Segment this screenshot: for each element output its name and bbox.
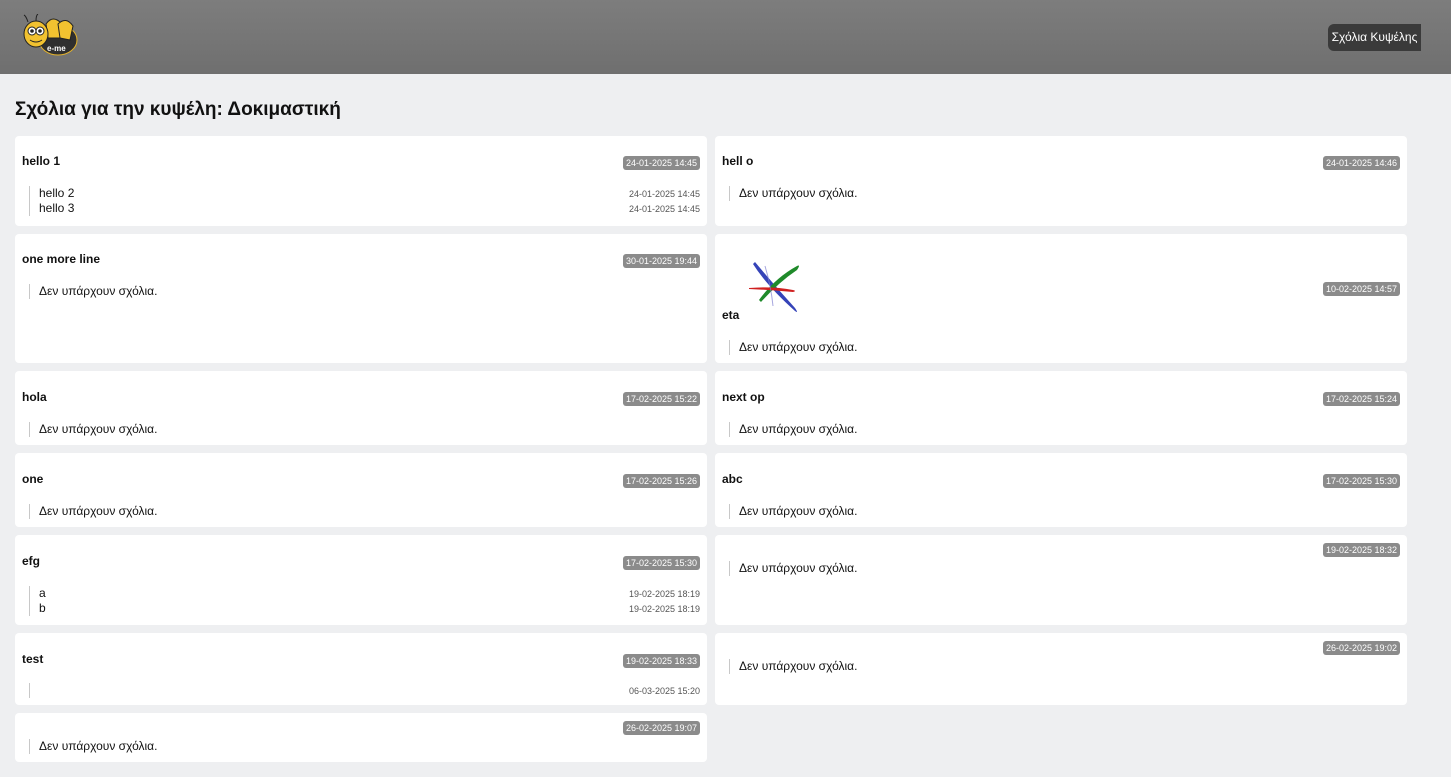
post-date-badge: 24-01-2025 14:46 xyxy=(1322,156,1400,170)
comment-text: hello 3 xyxy=(39,201,75,215)
post-date-badge: 19-02-2025 18:32 xyxy=(1322,543,1400,557)
no-comments-text: Δεν υπάρχουν σχόλια. xyxy=(39,739,158,753)
post-date-badge: 17-02-2025 15:22 xyxy=(622,392,700,406)
post-card: 26-02-2025 19:02 Δεν υπάρχουν σχόλια. xyxy=(715,633,1407,705)
post-date-badge: 17-02-2025 15:24 xyxy=(1322,392,1400,406)
post-card: next op 17-02-2025 15:24 Δεν υπάρχουν σχ… xyxy=(715,371,1407,445)
no-comments: Δεν υπάρχουν σχόλια. xyxy=(729,186,1400,201)
post-card: eta 10-02-2025 14:57 Δεν υπάρχουν σχόλια… xyxy=(715,234,1407,363)
no-comments-text: Δεν υπάρχουν σχόλια. xyxy=(39,422,158,436)
post-date-badge: 17-02-2025 15:30 xyxy=(1322,474,1400,488)
no-comments: Δεν υπάρχουν σχόλια. xyxy=(729,422,1400,437)
post-image[interactable] xyxy=(745,256,805,318)
no-comments-text: Δεν υπάρχουν σχόλια. xyxy=(739,186,858,200)
post-card: hello 1 24-01-2025 14:45 hello 2 24-01-2… xyxy=(15,136,707,226)
post-title[interactable]: next op xyxy=(722,390,765,404)
top-bar: e-me Σχόλια Κυψέλης xyxy=(0,0,1451,74)
no-comments-text: Δεν υπάρχουν σχόλια. xyxy=(739,340,858,354)
post-card: one more line 30-01-2025 19:44 Δεν υπάρχ… xyxy=(15,234,707,363)
post-card: abc 17-02-2025 15:30 Δεν υπάρχουν σχόλια… xyxy=(715,453,1407,527)
post-date-badge: 24-01-2025 14:45 xyxy=(622,156,700,170)
post-title[interactable]: test xyxy=(22,652,43,666)
post-card: efg 17-02-2025 15:30 a 19-02-2025 18:19 … xyxy=(15,535,707,625)
comment-date: 06-03-2025 15:20 xyxy=(628,686,700,696)
post-date-badge: 26-02-2025 19:07 xyxy=(622,721,700,735)
post-date-badge: 30-01-2025 19:44 xyxy=(622,254,700,268)
no-comments: Δεν υπάρχουν σχόλια. xyxy=(729,340,1400,355)
post-title[interactable]: eta xyxy=(722,308,739,322)
comment-item: a 19-02-2025 18:19 xyxy=(29,586,700,601)
post-title[interactable]: hell o xyxy=(722,154,753,168)
post-card: one 17-02-2025 15:26 Δεν υπάρχουν σχόλια… xyxy=(15,453,707,527)
post-card: hell o 24-01-2025 14:46 Δεν υπάρχουν σχό… xyxy=(715,136,1407,226)
comment-item: hello 2 24-01-2025 14:45 xyxy=(29,186,700,201)
page-title: Σχόλια για την κυψέλη: Δοκιμαστική xyxy=(15,99,341,120)
comment-text: b xyxy=(39,601,46,615)
no-comments: Δεν υπάρχουν σχόλια. xyxy=(729,561,1400,576)
comment-date: 19-02-2025 18:19 xyxy=(628,604,700,614)
post-title[interactable]: abc xyxy=(722,472,743,486)
no-comments: Δεν υπάρχουν σχόλια. xyxy=(29,504,700,519)
post-date-badge: 17-02-2025 15:30 xyxy=(622,556,700,570)
no-comments-text: Δεν υπάρχουν σχόλια. xyxy=(739,561,858,575)
post-card: hola 17-02-2025 15:22 Δεν υπάρχουν σχόλι… xyxy=(15,371,707,445)
post-date-badge: 10-02-2025 14:57 xyxy=(1322,282,1400,296)
svg-text:e-me: e-me xyxy=(47,44,66,53)
no-comments-text: Δεν υπάρχουν σχόλια. xyxy=(39,504,158,518)
no-comments: Δεν υπάρχουν σχόλια. xyxy=(729,504,1400,519)
no-comments-text: Δεν υπάρχουν σχόλια. xyxy=(739,659,858,673)
hive-comments-button[interactable]: Σχόλια Κυψέλης xyxy=(1328,24,1421,51)
no-comments: Δεν υπάρχουν σχόλια. xyxy=(29,284,700,299)
e-me-logo[interactable]: e-me xyxy=(18,14,80,58)
post-title[interactable]: one more line xyxy=(22,252,100,266)
post-card: 26-02-2025 19:07 Δεν υπάρχουν σχόλια. xyxy=(15,713,707,762)
post-title[interactable]: hola xyxy=(22,390,47,404)
post-title[interactable]: hello 1 xyxy=(22,154,60,168)
post-title[interactable]: efg xyxy=(22,554,40,568)
post-date-badge: 19-02-2025 18:33 xyxy=(622,654,700,668)
no-comments: Δεν υπάρχουν σχόλια. xyxy=(29,422,700,437)
no-comments-text: Δεν υπάρχουν σχόλια. xyxy=(739,422,858,436)
comment-item: hello 3 24-01-2025 14:45 xyxy=(29,201,700,216)
post-card: 19-02-2025 18:32 Δεν υπάρχουν σχόλια. xyxy=(715,535,1407,625)
comment-item: b 19-02-2025 18:19 xyxy=(29,601,700,616)
comment-text: a xyxy=(39,586,46,600)
comment-date: 24-01-2025 14:45 xyxy=(628,189,700,199)
comment-date: 19-02-2025 18:19 xyxy=(628,589,700,599)
post-date-badge: 26-02-2025 19:02 xyxy=(1322,641,1400,655)
comment-text: hello 2 xyxy=(39,186,75,200)
post-title[interactable]: one xyxy=(22,472,43,486)
post-card: test 19-02-2025 18:33 06-03-2025 15:20 xyxy=(15,633,707,705)
no-comments-text: Δεν υπάρχουν σχόλια. xyxy=(39,284,158,298)
no-comments: Δεν υπάρχουν σχόλια. xyxy=(29,739,700,754)
comment-date: 24-01-2025 14:45 xyxy=(628,204,700,214)
no-comments: Δεν υπάρχουν σχόλια. xyxy=(729,659,1400,674)
no-comments-text: Δεν υπάρχουν σχόλια. xyxy=(739,504,858,518)
comment-item: 06-03-2025 15:20 xyxy=(29,683,700,698)
post-date-badge: 17-02-2025 15:26 xyxy=(622,474,700,488)
